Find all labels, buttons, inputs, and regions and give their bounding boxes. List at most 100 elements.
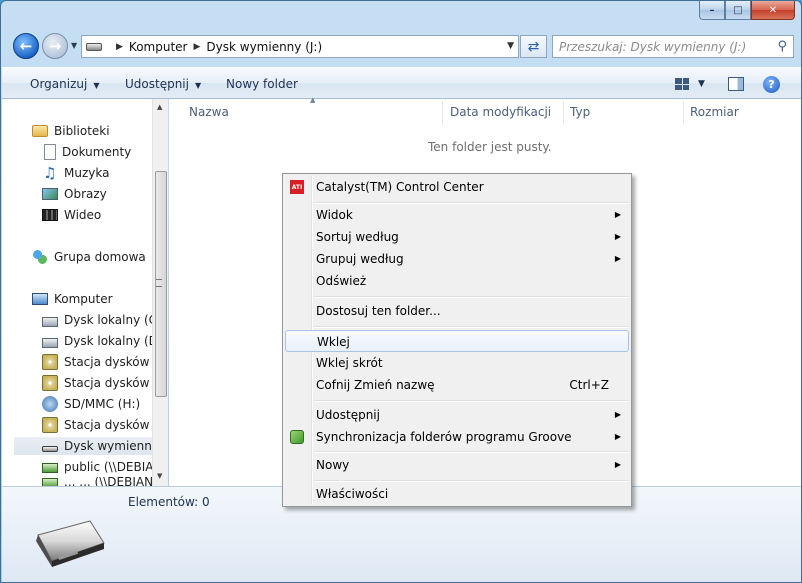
address-dropdown-icon[interactable]: ▼ (507, 41, 514, 51)
refresh-button[interactable]: ⇄ (520, 35, 547, 58)
menu-item-shortcut: Ctrl+Z (569, 378, 609, 392)
column-header-size[interactable]: Rozmiar (690, 105, 739, 119)
dvd-icon (42, 354, 58, 370)
nav-item-bd-drive-2[interactable]: Stacja dysków BD (42, 416, 168, 434)
column-divider[interactable] (442, 101, 443, 125)
breadcrumb-chevron-icon[interactable]: ▶ (193, 42, 200, 52)
menu-item-paste-shortcut[interactable]: Wklej skrót (285, 352, 629, 374)
nav-item-documents[interactable]: Dokumenty (42, 143, 131, 161)
nav-item-network-2[interactable]: ... ... (\\DEBIAN (42, 477, 153, 486)
nav-item-label: SD/MMC (H:) (64, 397, 141, 411)
menu-item-label: Nowy (316, 458, 350, 472)
menu-item-share[interactable]: Udostępnij ▶ (285, 404, 629, 426)
nav-item-label: Obrazy (64, 187, 107, 201)
refresh-icon: ⇄ (527, 38, 540, 55)
back-button[interactable]: ← (13, 33, 39, 59)
minimize-button[interactable]: – (699, 1, 725, 20)
share-label: Udostępnij (125, 77, 189, 91)
nav-item-local-disk-c[interactable]: Dysk lokalny (C:) (42, 311, 166, 329)
sort-ascending-icon: ▲ (310, 96, 316, 104)
breadcrumb-chevron-icon[interactable]: ▶ (116, 42, 123, 52)
video-icon (42, 209, 58, 221)
submenu-arrow-icon: ▶ (614, 432, 621, 441)
command-bar: Organizuj ▼ Udostępnij ▼ Nowy folder ▼ ? (2, 67, 801, 99)
preview-pane-icon[interactable] (728, 77, 744, 91)
nav-item-label: Biblioteki (54, 124, 110, 138)
menu-item-label: Widok (316, 208, 353, 222)
computer-icon (32, 293, 48, 305)
removable-drive-icon (36, 520, 105, 567)
nav-item-label: public (\\DEBIAN (64, 460, 163, 474)
search-icon[interactable]: ⚲ (777, 39, 787, 54)
column-header-date-modified[interactable]: Data modyfikacji (450, 105, 551, 119)
arrow-left-icon: ← (19, 37, 33, 55)
menu-item-group-by[interactable]: Grupuj według ▶ (285, 248, 629, 270)
menu-item-refresh[interactable]: Odśwież (285, 270, 629, 292)
nav-item-network-public[interactable]: public (\\DEBIAN (42, 458, 162, 476)
search-input[interactable]: Przeszukaj: Dysk wymienny (J:) ⚲ (552, 35, 794, 58)
menu-item-label: Dostosuj ten folder... (316, 304, 441, 318)
menu-item-groove-sync[interactable]: Synchronizacja folderów programu Groove … (285, 426, 629, 448)
column-header-name[interactable]: Nazwa (189, 105, 229, 119)
menu-item-label: Grupuj według (316, 252, 404, 266)
drive-icon (86, 42, 102, 51)
change-view-icon[interactable] (675, 78, 689, 90)
view-dropdown-icon[interactable]: ▼ (698, 79, 705, 89)
nav-item-label: Wideo (64, 208, 102, 222)
nav-item-sd-mmc[interactable]: SD/MMC (H:) (42, 395, 140, 413)
menu-item-catalyst[interactable]: ATI Catalyst(TM) Control Center (285, 176, 629, 198)
submenu-arrow-icon: ▶ (614, 232, 621, 241)
nav-item-libraries[interactable]: Biblioteki (32, 122, 110, 140)
menu-item-undo-rename[interactable]: Cofnij Zmień nazwę Ctrl+Z (285, 374, 629, 396)
sd-icon (42, 396, 58, 412)
column-divider[interactable] (683, 101, 684, 125)
nav-item-local-disk-d[interactable]: Dysk lokalny (D:) (42, 332, 167, 350)
help-icon[interactable]: ? (763, 76, 780, 93)
close-button[interactable]: ✕ (751, 1, 795, 20)
maximize-button[interactable]: □ (725, 1, 751, 20)
disk-icon (42, 317, 58, 327)
share-button[interactable]: Udostępnij ▼ (125, 77, 201, 91)
organize-button[interactable]: Organizuj ▼ (30, 77, 99, 91)
scroll-down-icon[interactable]: ▼ (157, 472, 162, 480)
submenu-arrow-icon: ▶ (614, 410, 621, 419)
menu-item-customize-folder[interactable]: Dostosuj ten folder... (285, 300, 629, 322)
menu-item-label: Udostępnij (316, 408, 380, 422)
forward-button[interactable]: → (42, 33, 68, 59)
nav-item-pictures[interactable]: Obrazy (42, 185, 107, 203)
nav-item-label: Dokumenty (62, 145, 132, 159)
submenu-arrow-icon: ▶ (614, 460, 621, 469)
nav-item-homegroup[interactable]: Grupa domowa (32, 248, 146, 266)
nav-item-computer[interactable]: Komputer (32, 290, 113, 308)
menu-item-new[interactable]: Nowy ▶ (285, 454, 629, 476)
navigation-pane: Biblioteki Dokumenty ♫ Muzyka Obrazy Wide… (2, 99, 168, 486)
nav-item-dvd-drive[interactable]: Stacja dysków DV (42, 353, 168, 371)
address-bar[interactable]: ▶ Komputer ▶ Dysk wymienny (J:) ▼ (81, 35, 519, 58)
breadcrumb-removable-disk[interactable]: Dysk wymienny (J:) (206, 40, 322, 54)
nav-item-music[interactable]: ♫ Muzyka (42, 164, 109, 182)
arrow-right-icon: → (48, 37, 62, 55)
network-drive-icon (42, 463, 58, 473)
column-divider[interactable] (563, 101, 564, 125)
nav-item-removable-disk[interactable]: Dysk wymienny ( (14, 437, 168, 455)
recent-pages-chevron-icon[interactable]: ▼ (71, 41, 77, 50)
search-placeholder: Przeszukaj: Dysk wymienny (J:) (559, 39, 747, 54)
menu-item-view[interactable]: Widok ▶ (285, 204, 629, 226)
column-header-type[interactable]: Typ (570, 105, 590, 119)
nav-item-label: Grupa domowa (54, 250, 146, 264)
nav-item-label: Dysk lokalny (C:) (64, 313, 166, 327)
menu-item-paste[interactable]: Wklej (285, 330, 629, 352)
disk-icon (42, 338, 58, 348)
organize-label: Organizuj (30, 77, 88, 91)
nav-item-videos[interactable]: Wideo (42, 206, 101, 224)
menu-item-properties[interactable]: Właściwości (285, 483, 629, 505)
submenu-arrow-icon: ▶ (614, 254, 621, 263)
item-count: Elementów: 0 (128, 495, 210, 509)
navpane-scrollbar[interactable]: ▲ ▼ (152, 99, 168, 486)
nav-item-bd-drive[interactable]: Stacja dysków BD (42, 374, 168, 392)
new-folder-button[interactable]: Nowy folder (226, 77, 298, 91)
breadcrumb-computer[interactable]: Komputer (129, 40, 188, 54)
document-icon (44, 144, 56, 160)
menu-item-sort-by[interactable]: Sortuj według ▶ (285, 226, 629, 248)
scroll-up-icon[interactable]: ▲ (157, 103, 162, 111)
